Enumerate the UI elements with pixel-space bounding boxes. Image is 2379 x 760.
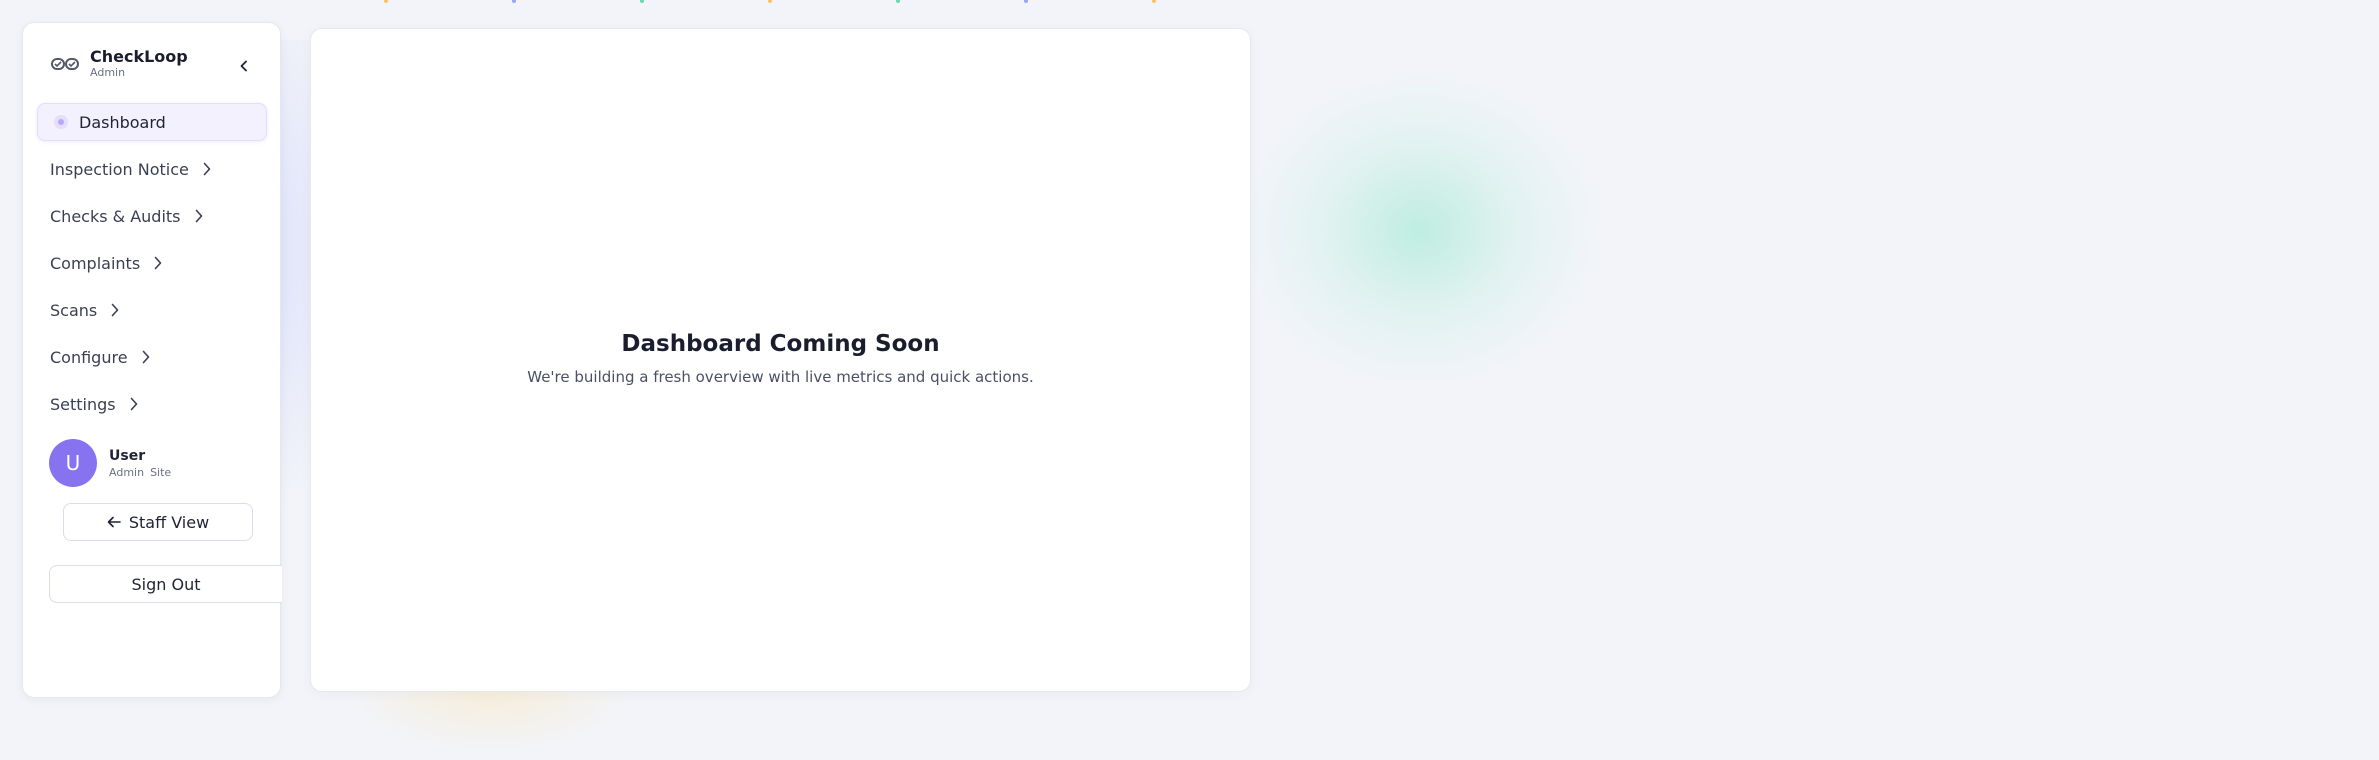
background-glow-teal [1240,70,1600,390]
chevron-right-icon [195,209,203,223]
top-decoration-dots [0,0,2379,4]
sidebar-item-label: Checks & Audits [50,206,181,226]
chevron-right-icon [203,162,211,176]
sidebar-item-complaints[interactable]: Complaints [37,244,267,282]
sidebar-item-settings[interactable]: Settings [37,385,267,423]
staff-view-label: Staff View [128,512,210,532]
page-title: Dashboard Coming Soon [621,331,940,357]
sidebar-item-dashboard[interactable]: Dashboard [37,103,267,141]
arrow-left-icon [107,513,121,532]
checkloop-logo-icon [51,53,81,75]
brand-name: CheckLoop [90,47,188,66]
chevron-right-icon [154,256,162,270]
collapse-sidebar-button[interactable] [231,53,257,79]
page-subtitle: We're building a fresh overview with liv… [527,368,1034,386]
sidebar-item-label: Complaints [50,253,141,273]
active-indicator-dot [58,119,64,125]
user-profile[interactable]: U User Admin Site [49,439,171,487]
staff-view-button[interactable]: Staff View [63,503,253,541]
chevron-left-icon [239,57,249,76]
brand: CheckLoop Admin [51,48,188,80]
sidebar-item-label: Inspection Notice [50,159,189,179]
sidebar: CheckLoop Admin Dashboard Inspection Not… [22,22,282,698]
sidebar-item-checks-audits[interactable]: Checks & Audits [37,197,267,235]
avatar: U [49,439,97,487]
dashboard-content-card: Dashboard Coming Soon We're building a f… [310,28,1251,692]
chevron-right-icon [130,397,138,411]
chevron-right-icon [111,303,119,317]
user-role: Admin [109,465,145,479]
sidebar-item-scans[interactable]: Scans [37,291,267,329]
user-site: Site [150,465,172,479]
sign-out-button[interactable]: Sign Out [49,565,282,603]
sidebar-item-label: Configure [50,347,128,367]
user-meta: Admin Site [109,465,171,480]
chevron-right-icon [142,350,150,364]
user-name: User [109,447,146,464]
sidebar-item-label: Scans [50,300,98,320]
sidebar-item-configure[interactable]: Configure [37,338,267,376]
brand-role: Admin [90,66,126,79]
sidebar-item-inspection-notice[interactable]: Inspection Notice [37,150,267,188]
sidebar-item-label: Dashboard [79,112,166,132]
sidebar-item-label: Settings [50,394,116,414]
